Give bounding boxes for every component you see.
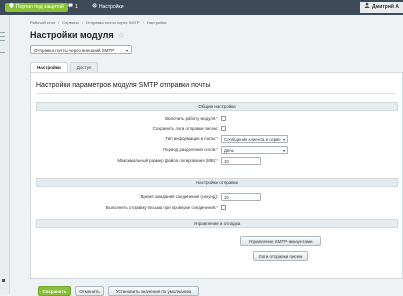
- module-select[interactable]: Отправка почты через внешний SMTP ▾: [30, 45, 132, 54]
- breadcrumb-separator: /: [81, 20, 83, 25]
- notifications-count: 1: [75, 4, 78, 10]
- star-icon[interactable]: ☆: [118, 31, 125, 40]
- divider: [36, 93, 396, 94]
- settings-label: Настройки: [99, 4, 124, 10]
- section-header-sending: Настройки отправки: [36, 178, 398, 187]
- chevron-down-icon: ▾: [282, 148, 285, 153]
- section-header-general: Общие настройки: [36, 102, 398, 111]
- chevron-down-icon: ▾: [282, 137, 285, 142]
- field-log-info-type: Тип информации в логах:* Сообщения клиен…: [36, 135, 398, 144]
- gear-icon: [92, 3, 97, 12]
- field-label: Включить работу модуля:*: [165, 116, 218, 121]
- user-name: Дмитрий А: [372, 4, 399, 10]
- settings-button[interactable]: Настройки: [92, 3, 124, 12]
- page: Портал под защитой 1 Настройки Дмитрий А: [0, 0, 403, 296]
- panel-title: Настройки параметров модуля SMTP отправк…: [36, 82, 211, 89]
- section-header-management: Управление и отладка: [36, 219, 398, 228]
- top-bar: Портал под защитой 1 Настройки Дмитрий А: [0, 0, 403, 15]
- breadcrumb-item[interactable]: Отправка почты через SMTP: [86, 20, 140, 25]
- sidebar-bullet: [2, 279, 5, 282]
- chevron-down-icon: ▾: [125, 48, 128, 53]
- sidebar-item[interactable]: [0, 32, 5, 33]
- manage-smtp-accounts-button[interactable]: Управление SMTP-аккаунтами: [240, 236, 321, 246]
- page-title-wrap: Настройки модуля ☆: [30, 30, 125, 40]
- select-value: День: [224, 148, 234, 153]
- notifications-button[interactable]: 1: [68, 3, 78, 12]
- breadcrumb-item[interactable]: Сервисы: [62, 20, 79, 25]
- user-menu[interactable]: Дмитрий А: [360, 2, 403, 13]
- sidebar-item[interactable]: [0, 52, 5, 53]
- reset-defaults-button[interactable]: Установить значения по умолчанию: [108, 286, 199, 296]
- page-title: Настройки модуля: [30, 30, 114, 40]
- sidebar-item[interactable]: [0, 36, 5, 37]
- field-label: Тип информации в логах:*: [165, 136, 218, 141]
- field-label: Выполнять отправку письма при проверке с…: [105, 205, 218, 210]
- field-save-logs: Сохранить логи отправки писем:: [36, 125, 398, 134]
- breadcrumb-item[interactable]: Рабочий стол: [30, 20, 55, 25]
- field-enable-module: Включить работу модуля:*: [36, 115, 398, 124]
- sidebar-item[interactable]: [0, 40, 5, 41]
- cancel-button[interactable]: Отменить: [75, 286, 104, 296]
- breadcrumb-separator: /: [58, 20, 60, 25]
- save-logs-checkbox[interactable]: [221, 126, 226, 131]
- enable-module-checkbox[interactable]: [221, 116, 226, 121]
- send-on-connection-error-checkbox[interactable]: [221, 205, 226, 210]
- breadcrumb-item[interactable]: Настройки: [147, 20, 167, 25]
- portal-button-label: Портал под защитой: [16, 4, 64, 10]
- field-label: Максимальный размер файла логирования (М…: [117, 158, 218, 163]
- field-label: Время ожидания соединения (секунд):: [140, 194, 218, 199]
- module-select-value: Отправка почты через внешний SMTP: [34, 48, 115, 53]
- settings-panel: Настройки параметров модуля SMTP отправк…: [30, 72, 403, 279]
- field-label: Сохранить логи отправки писем:: [152, 126, 218, 131]
- save-button[interactable]: Сохранить: [38, 286, 71, 296]
- shield-icon: [9, 3, 14, 12]
- send-logs-button[interactable]: Логи отправки писем: [253, 251, 308, 261]
- main-content: Рабочий стол / Сервисы / Отправка почты …: [9, 15, 403, 296]
- field-connection-timeout: Время ожидания соединения (секунд): 10: [36, 193, 398, 202]
- field-send-on-connection-error: Выполнять отправку письма при проверке с…: [36, 204, 398, 213]
- portal-protected-button[interactable]: Портал под защитой: [5, 3, 68, 12]
- select-value: Сообщения клиента и серве: [224, 137, 281, 142]
- chat-icon: [68, 3, 73, 12]
- max-log-size-input[interactable]: 10: [221, 157, 261, 165]
- breadcrumb-separator: /: [142, 20, 144, 25]
- field-max-log-size: Максимальный размер файла логирования (М…: [36, 157, 398, 166]
- connection-timeout-input[interactable]: 10: [221, 193, 261, 201]
- log-info-type-select[interactable]: Сообщения клиента и серве ▾: [221, 135, 288, 143]
- field-log-split-period: Период разделения логов:* День ▾: [36, 146, 398, 155]
- log-split-period-select[interactable]: День ▾: [221, 146, 288, 154]
- user-icon: [364, 2, 370, 13]
- field-label: Период разделения логов:*: [163, 147, 218, 152]
- breadcrumb: Рабочий стол / Сервисы / Отправка почты …: [30, 20, 166, 25]
